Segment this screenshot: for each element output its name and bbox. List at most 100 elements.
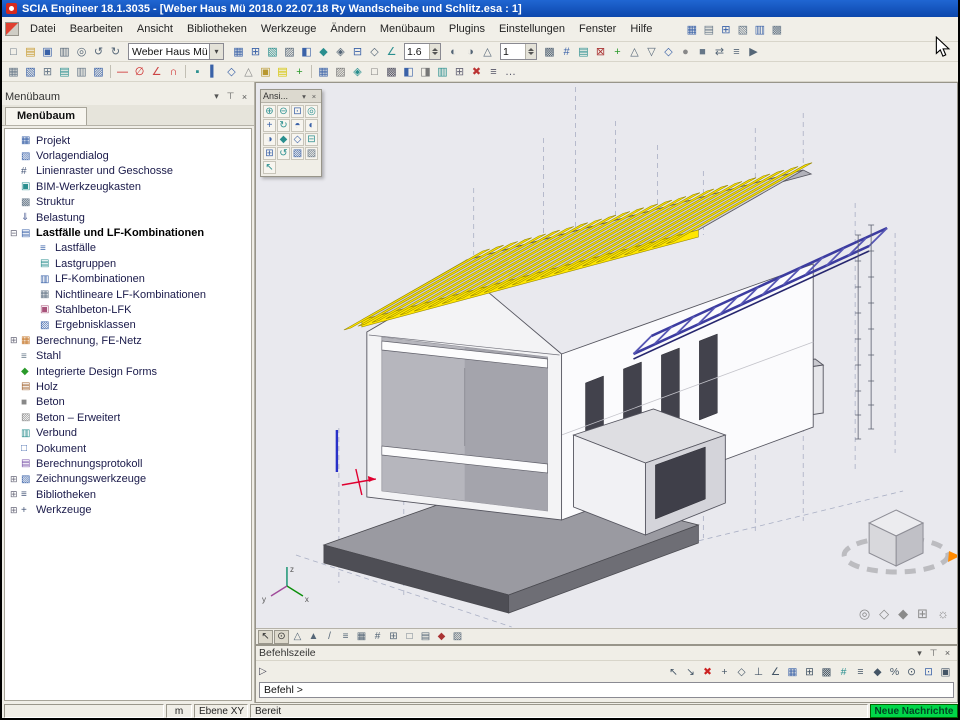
hatch3-icon[interactable]: ▨ (450, 630, 465, 644)
light-icon[interactable]: ◐ (445, 44, 462, 60)
prev-view-icon[interactable]: ↖ (263, 161, 276, 174)
box-snap-icon[interactable]: ⊡ (920, 664, 937, 679)
command-close-icon[interactable]: × (941, 647, 954, 660)
win-dense-icon[interactable]: ▩ (768, 21, 785, 37)
circle-snap-icon[interactable]: ⊙ (903, 664, 920, 679)
tree-item[interactable]: ▥ LF-Kombinationen (5, 272, 251, 287)
tree-expander-icon[interactable]: ⊟ (10, 228, 21, 239)
open-icon[interactable]: ▤ (22, 44, 39, 60)
dots-icon[interactable]: … (502, 64, 519, 80)
angle-icon[interactable]: ∠ (148, 64, 165, 80)
tree-item[interactable]: ▤ Lastgruppen (5, 256, 251, 271)
panel-close-icon[interactable]: × (238, 90, 251, 103)
redraw-icon[interactable]: ↺ (277, 147, 290, 160)
tree-item[interactable]: ⊞ ▦ Berechnung, FE-Netz (5, 333, 251, 348)
rotate-icon[interactable]: ↻ (277, 119, 290, 132)
menu-item[interactable]: Bearbeiten (63, 20, 130, 38)
move-arrow-icon[interactable]: ↘ (682, 664, 699, 679)
view-front-icon[interactable]: ◐ (305, 119, 318, 132)
roof-icon[interactable]: ▤ (274, 64, 291, 80)
hatch-icon[interactable]: ▧ (22, 64, 39, 80)
swap-icon[interactable]: ⇄ (711, 44, 728, 60)
pan-icon[interactable]: + (263, 119, 276, 132)
menu-item[interactable]: Bibliotheken (180, 20, 254, 38)
status-plane[interactable]: Ebene XY (194, 704, 248, 718)
status-unit[interactable]: m (166, 704, 192, 718)
mesh-icon[interactable]: ▩ (541, 44, 558, 60)
zoom-window-icon[interactable]: ⊡ (291, 105, 304, 118)
section-icon[interactable]: ⊟ (349, 44, 366, 60)
triangle-icon[interactable]: △ (479, 44, 496, 60)
palette-header[interactable]: Ansi... ▾ × (261, 90, 321, 103)
dense-icon[interactable]: ▩ (383, 64, 400, 80)
menu-item[interactable]: Einstellungen (492, 20, 572, 38)
command-pin-icon[interactable]: ⊤ (927, 647, 940, 660)
tree-expander-icon[interactable]: ⊞ (10, 489, 21, 500)
table2-icon[interactable]: ▤ (418, 630, 433, 644)
iso-view-icon[interactable]: ◆ (277, 133, 290, 146)
3d-viewport[interactable]: z x y Ansi... ▾ (255, 82, 958, 645)
delete-snap-icon[interactable]: ✖ (699, 664, 716, 679)
mesh2-icon[interactable]: ▦ (315, 64, 332, 80)
command-collapse-icon[interactable]: ▾ (913, 647, 926, 660)
tree-item[interactable]: ▤ Berechnungsprotokoll (5, 456, 251, 471)
list-icon[interactable]: ≡ (728, 44, 745, 60)
wire-icon[interactable]: ▨ (305, 147, 318, 160)
tree-item[interactable]: ▣ BIM-Werkzeugkasten (5, 179, 251, 194)
stepper-arrows-icon[interactable] (525, 44, 536, 59)
tree-item[interactable]: ▤ Holz (5, 379, 251, 394)
hash-grid-icon[interactable]: # (558, 44, 575, 60)
command-input[interactable] (259, 682, 954, 698)
layers-icon[interactable]: ▦ (230, 44, 247, 60)
up-icon[interactable]: △ (626, 44, 643, 60)
plusbox-icon[interactable]: ⊞ (451, 64, 468, 80)
tree-item[interactable]: ▧ Vorlagendialog (5, 148, 251, 163)
view-side-icon[interactable]: ◑ (263, 133, 276, 146)
undo-icon[interactable]: ↺ (90, 44, 107, 60)
tree-item[interactable]: ⊞ + Werkzeuge (5, 502, 251, 517)
add-icon[interactable]: + (609, 44, 626, 60)
page-input[interactable] (501, 44, 525, 59)
preview-icon[interactable]: ◎ (73, 44, 90, 60)
tree-expander-icon[interactable]: ⊞ (10, 335, 21, 346)
hatch2-icon[interactable]: ▨ (332, 64, 349, 80)
scale-stepper[interactable] (404, 43, 441, 60)
menu-item[interactable]: Datei (23, 20, 63, 38)
separator[interactable] (110, 65, 111, 78)
menu-item[interactable]: Werkzeuge (254, 20, 323, 38)
ucs-icon[interactable]: ∠ (383, 44, 400, 60)
shadow-icon[interactable]: ◑ (462, 44, 479, 60)
rows2-icon[interactable]: ▥ (434, 64, 451, 80)
nav-cube[interactable] (844, 510, 957, 572)
tree-item[interactable]: ▦ Nichtlineare LF-Kombinationen (5, 287, 251, 302)
separator[interactable] (185, 65, 186, 78)
tree-item[interactable]: ▦ Projekt (5, 133, 251, 148)
box2-icon[interactable]: □ (402, 630, 417, 644)
shade-icon[interactable]: ▧ (291, 147, 304, 160)
clipping-icon[interactable]: ◈ (332, 44, 349, 60)
rotate-arrow-icon[interactable] (948, 551, 957, 562)
stepper-arrows-icon[interactable] (429, 44, 440, 59)
tree-item[interactable]: ■ Beton (5, 395, 251, 410)
diag-icon[interactable]: ▨ (90, 64, 107, 80)
new-icon[interactable]: □ (5, 44, 22, 60)
tree-item[interactable]: ▣ Stahlbeton-LFK (5, 302, 251, 317)
tree-item[interactable]: ⊟ ▤ Lastfälle und LF-Kombinationen (5, 225, 251, 240)
tree-item[interactable]: ▨ Beton – Erweitert (5, 410, 251, 425)
grid2-icon[interactable]: ▦ (5, 64, 22, 80)
grid-icon[interactable]: ⊞ (247, 44, 264, 60)
line-icon[interactable]: — (114, 64, 131, 80)
wireframe-icon[interactable]: ▨ (281, 44, 298, 60)
palette-collapse-icon[interactable]: ▾ (299, 91, 309, 101)
tree-expander-icon[interactable]: ⊞ (10, 474, 21, 485)
tree-item[interactable]: ▨ Ergebnisklassen (5, 318, 251, 333)
node-icon[interactable]: ◇ (660, 44, 677, 60)
lines-snap-icon[interactable]: ≡ (852, 664, 869, 679)
status-message[interactable]: Neue Nachrichte (870, 704, 958, 718)
view-top-icon[interactable]: ◓ (291, 119, 304, 132)
list2-icon[interactable]: ≡ (485, 64, 502, 80)
render-icon[interactable]: ▧ (264, 44, 281, 60)
cols-icon[interactable]: ▥ (73, 64, 90, 80)
menu-item[interactable]: Menübaum (373, 20, 442, 38)
layers2-icon[interactable]: ≡ (338, 630, 353, 644)
